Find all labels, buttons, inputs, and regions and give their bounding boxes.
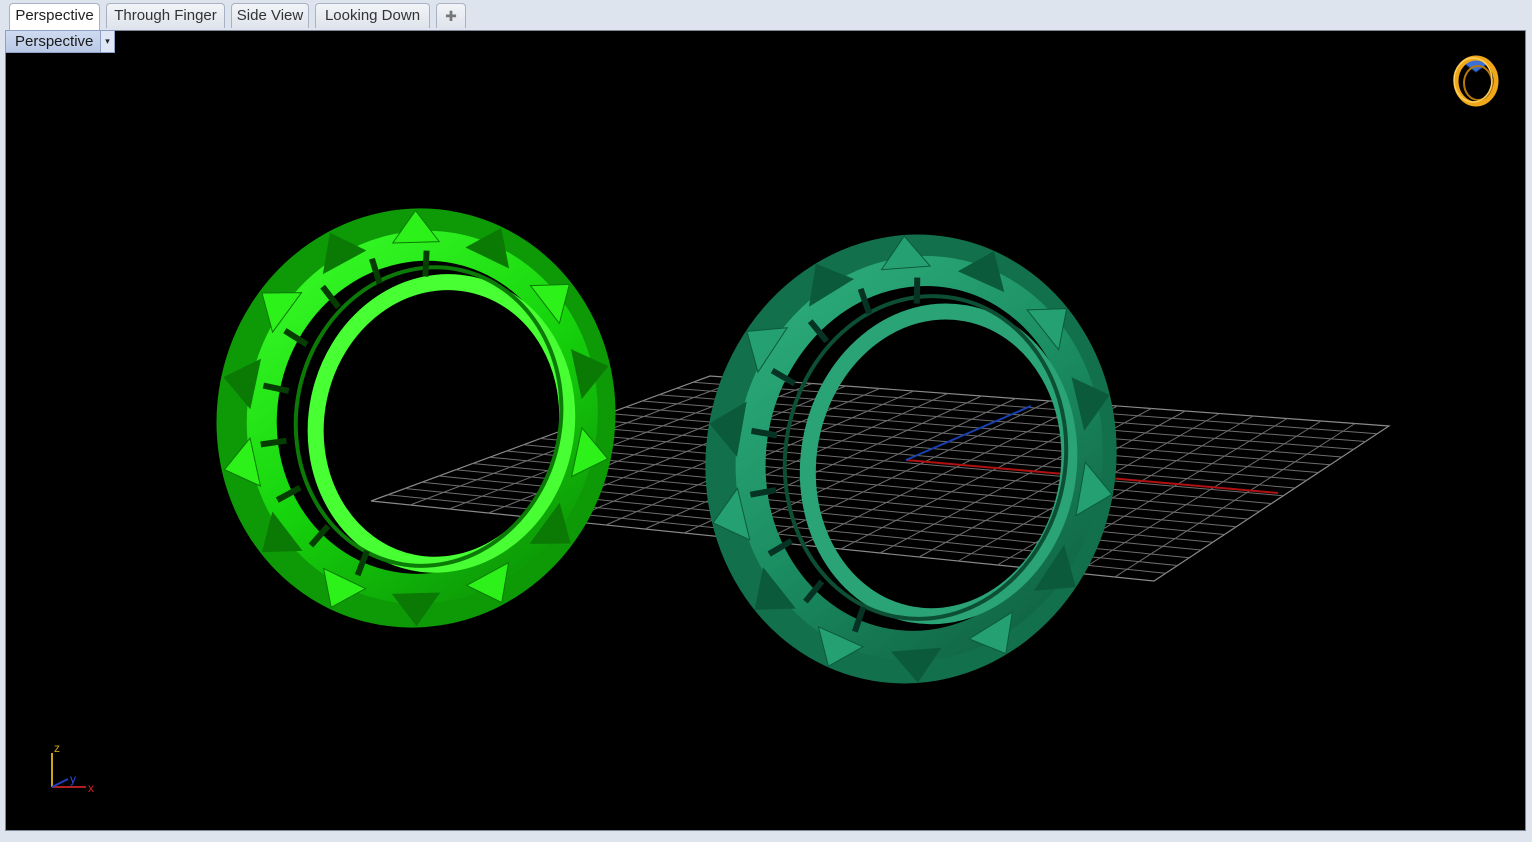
ring-logo-icon (1453, 55, 1499, 107)
grid-line (676, 388, 1366, 442)
add-tab-button[interactable]: ✚ (436, 3, 466, 28)
viewport-title-label: Perspective (15, 33, 94, 50)
axes-widget: z y x (51, 741, 94, 795)
ring-teal-green[interactable] (672, 209, 1150, 710)
axis-x-label: x (88, 781, 94, 795)
viewport-title-menu[interactable]: Perspective ▾ (5, 30, 115, 53)
axis-z-label: z (54, 741, 60, 755)
tab-perspective[interactable]: Perspective (9, 3, 100, 30)
viewport-scene: z y x (51, 55, 1499, 795)
viewport-tab-bar: Perspective Through Finger Side View Loo… (0, 0, 1532, 30)
ring-bright-green[interactable] (182, 179, 650, 657)
viewport-menu-arrow-icon[interactable]: ▾ (100, 31, 114, 52)
plus-icon: ✚ (445, 8, 457, 24)
tab-looking-down[interactable]: Looking Down (315, 3, 430, 28)
tab-side-view[interactable]: Side View (231, 3, 309, 28)
axis-y-label: y (70, 772, 76, 786)
tab-through-finger[interactable]: Through Finger (106, 3, 225, 28)
perspective-viewport[interactable]: z y x (5, 30, 1526, 831)
